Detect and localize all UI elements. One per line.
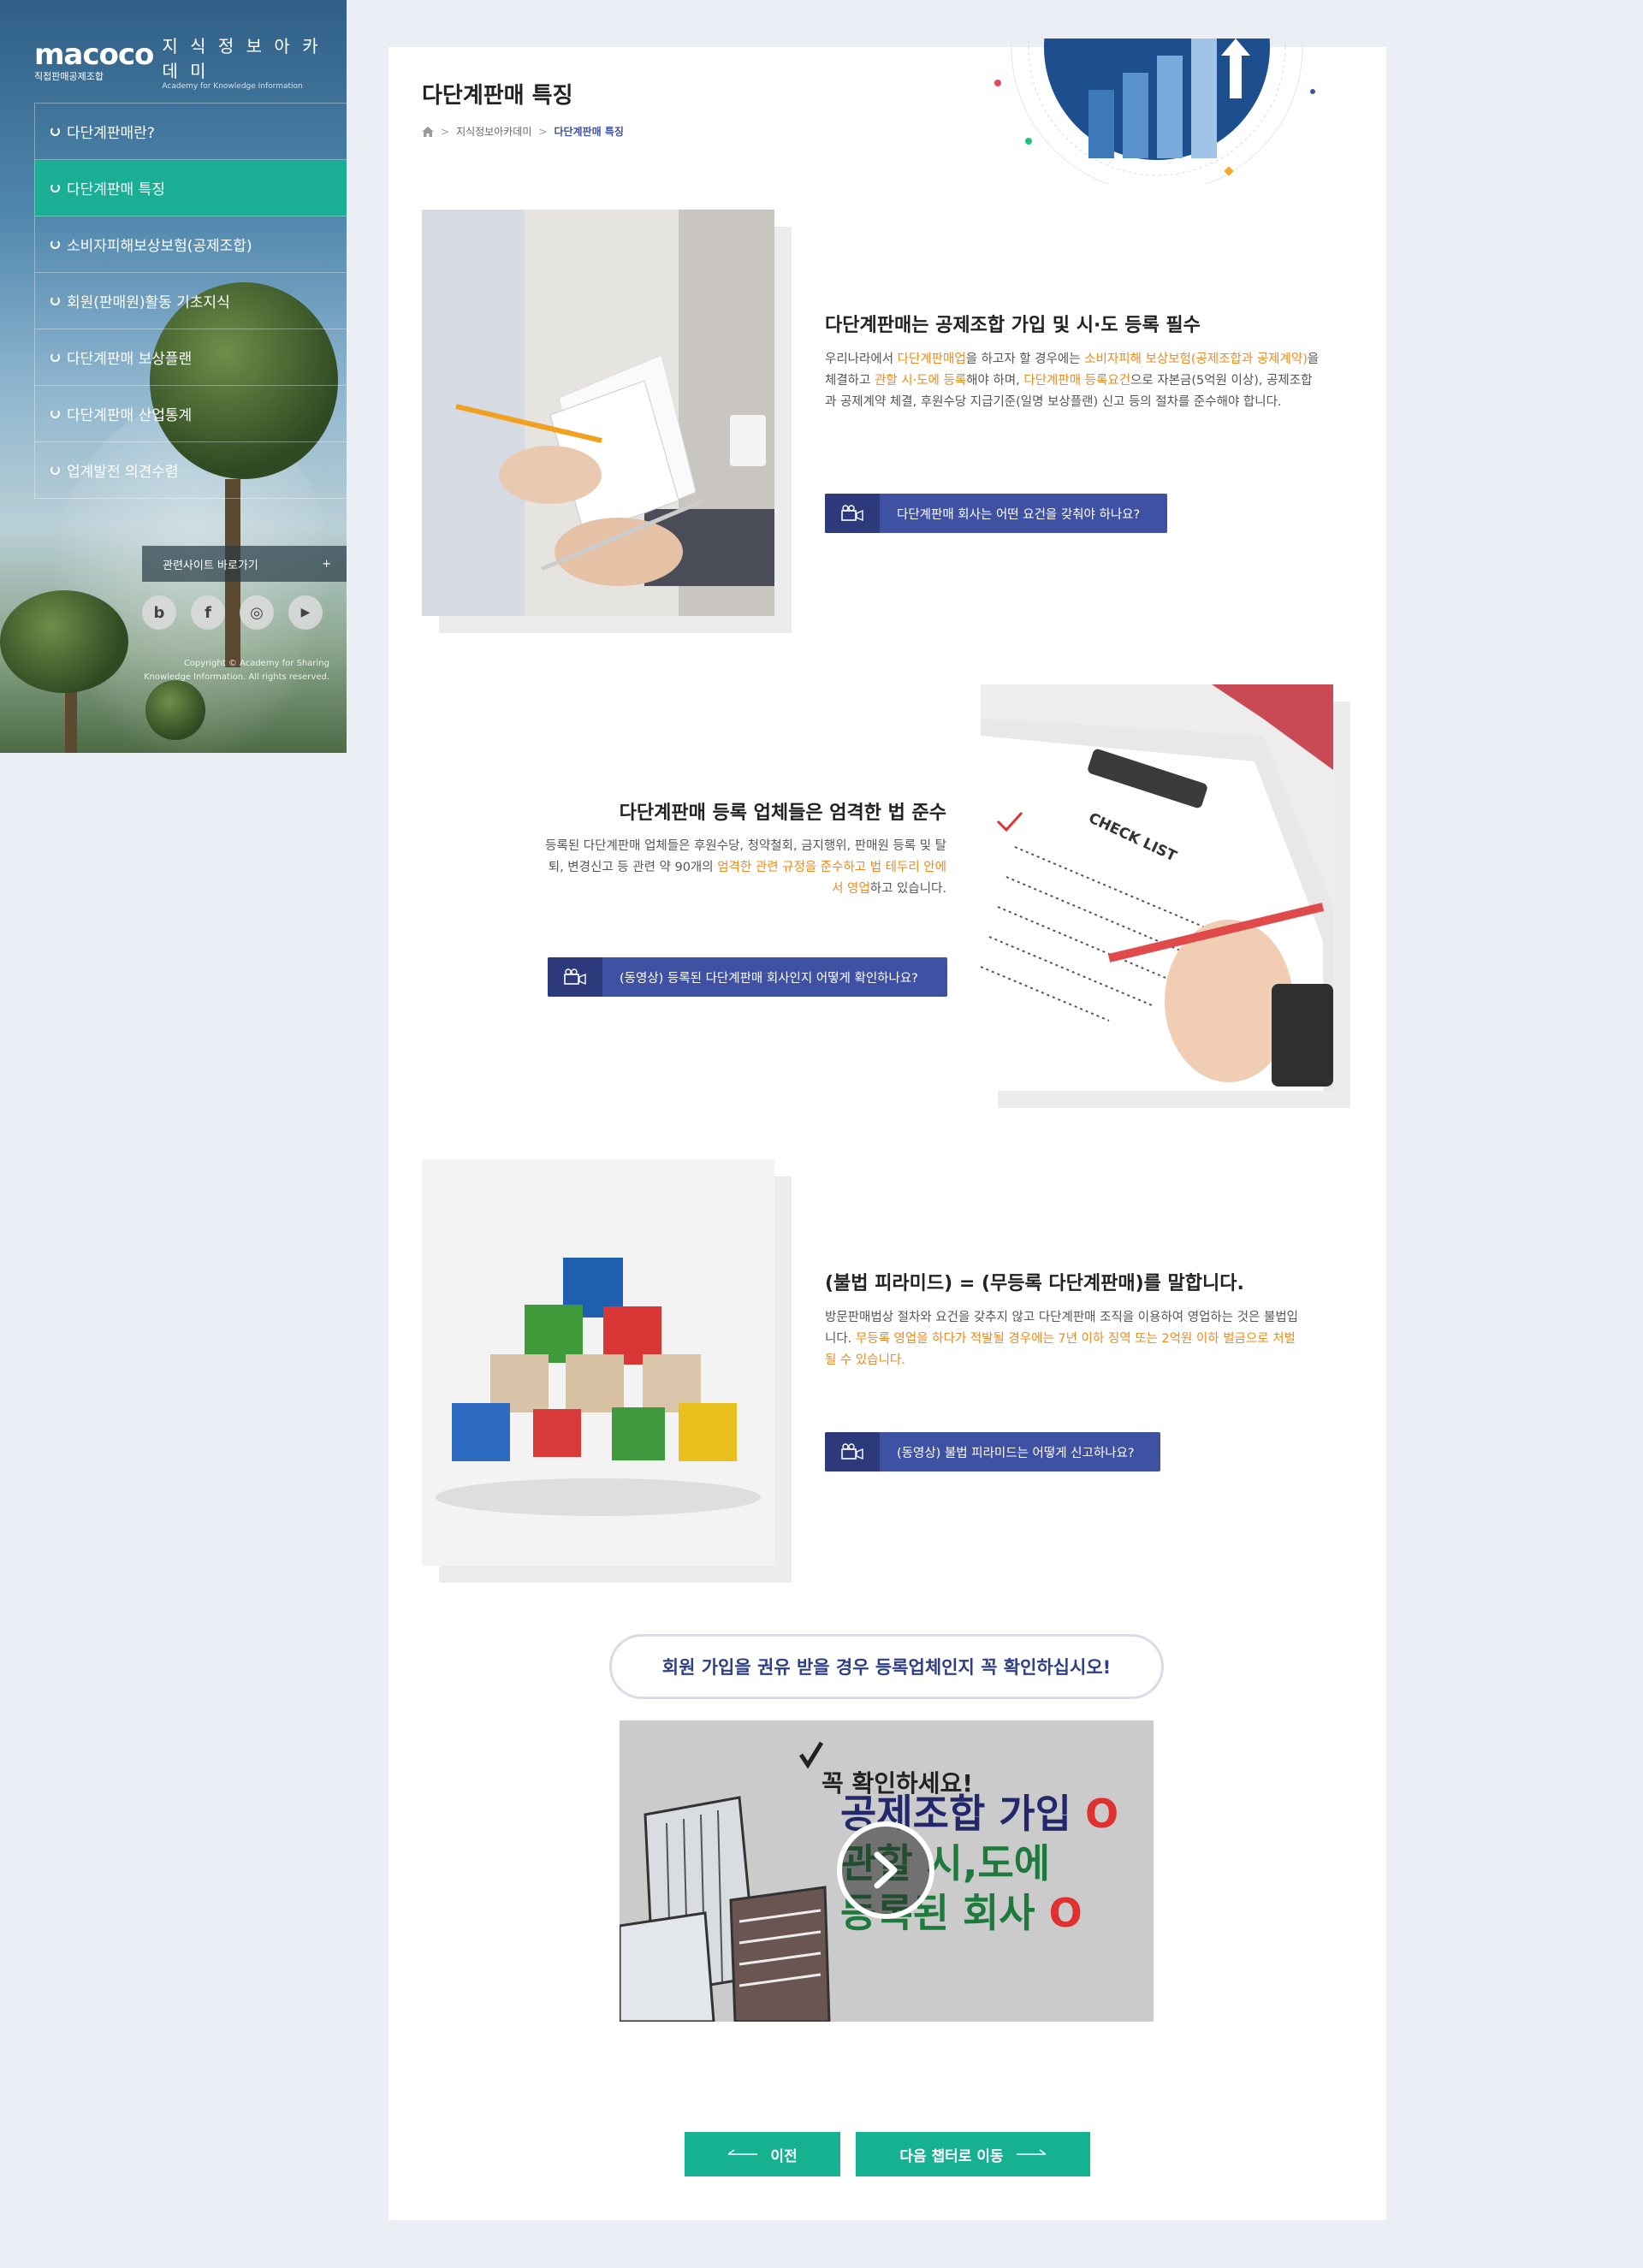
highlight-text: 소비자피해 보상보험(공제조합과 공제계약) [1084,352,1308,366]
report-pyramid-video-button[interactable]: (동영상) 불법 피라미드는 어떻게 신고하나요? [825,1432,1160,1472]
button-label: (동영상) 등록된 다단계판매 회사인지 어떻게 확인하나요? [620,971,918,986]
copyright-line-2: Knowledge Information. All rights reserv… [144,672,329,682]
bullet-ring-icon [50,409,60,418]
section-1-title: 다단계판매는 공제조합 가입 및 시·도 등록 필수 [825,315,1201,336]
copyright-line-1: Copyright © Academy for Sharing [183,659,329,668]
video-camera-icon [548,957,602,997]
facebook-icon[interactable]: f [191,595,225,630]
content-card: 다단계판매 특징 > 지식정보아카데미 > 다단계판매 특징 다단계판매는 공제… [389,38,1386,2220]
sidebar-item-label: 다단계판매 보상플랜 [67,351,193,368]
breadcrumb-separator: > [441,125,450,138]
highlight-text: 다단계판매 등록요건 [1023,374,1131,388]
section-1-text: 우리나라에서 다단계판매업을 하고자 할 경우에는 소비자피해 보상보험(공제조… [825,349,1321,413]
sidebar-item-compensation-plan[interactable]: 다단계판매 보상플랜 [34,329,347,386]
circle-mark-icon: O [1048,1890,1082,1936]
button-label: (동영상) 불법 피라미드는 어떻게 신고하나요? [897,1446,1135,1460]
video-camera-icon [825,494,880,533]
instagram-icon[interactable]: ◎ [240,595,274,630]
highlight-text: 무등록 영업을 하다가 적발될 경우에는 7년 이하 징역 또는 2억원 이하 … [825,1332,1296,1367]
sidebar-item-industry-stats[interactable]: 다단계판매 산업통계 [34,386,347,442]
sidebar-item-mlm-features[interactable]: 다단계판매 특징 [34,160,347,216]
text-fragment: 하고 있습니다. [869,882,946,896]
breadcrumb-current: 다단계판매 특징 [554,126,624,138]
sidebar-item-member-basics[interactable]: 회원(판매원)활동 기초지식 [34,273,347,329]
notice-banner: 회원 가입을 권유 받을 경우 등록업체인지 꼭 확인하십시오! [609,1634,1164,1699]
academy-english-name: Academy for Knowledge Information [162,82,303,91]
breadcrumb: > 지식정보아카데미 > 다단계판매 특징 [422,124,624,139]
bullet-ring-icon [50,296,60,305]
tree-image-small [0,590,128,693]
blog-icon[interactable]: b [142,595,176,630]
home-icon[interactable] [422,126,434,137]
section-3-text: 방문판매법상 절차와 요건을 갖추지 않고 다단계판매 조직을 이용하여 영업하… [825,1307,1304,1371]
sidebar-item-label: 다단계판매 산업통계 [67,407,193,424]
text-fragment: 을 하고자 할 경우에는 [965,352,1085,366]
bullet-ring-icon [50,465,60,475]
section-3-title: (불법 피라미드) = (무등록 다단계판매)를 말합니다. [825,1273,1244,1294]
sidebar: macoco 직접판매공제조합 지 식 정 보 아 카 데 미 Academy … [0,0,347,753]
bullet-ring-icon [50,127,60,136]
breadcrumb-separator: > [538,125,548,138]
tree-image-tiny [145,680,205,740]
highlight-text: 다단계판매업 [897,352,966,366]
requirements-video-button[interactable]: 다단계판매 회사는 어떤 요건을 갖춰야 하나요? [825,494,1167,533]
next-label: 다음 챕터로 이동 [899,2147,1004,2165]
text-fragment: 우리나라에서 [825,352,898,366]
highlight-text: 관할 시·도에 등록 [874,374,967,388]
sidebar-item-label: 다단계판매란? [67,125,155,142]
bullet-ring-icon [50,240,60,249]
prev-button[interactable]: 이전 [685,2132,840,2176]
circle-mark-icon: O [1084,1791,1119,1837]
text-fragment: 해야 하며, [966,374,1024,388]
section-2-title: 다단계판매 등록 업체들은 엄격한 법 준수 [619,802,946,824]
academy-name: 지 식 정 보 아 카 데 미 [162,36,322,81]
sidebar-item-what-is-mlm[interactable]: 다단계판매란? [34,104,347,160]
sidebar-item-label: 다단계판매 특징 [67,181,165,198]
sidebar-nav: 다단계판매란? 다단계판매 특징 소비자피해보상보험(공제조합) 회원(판매원)… [34,103,347,499]
button-label: 다단계판매 회사는 어떤 요건을 갖춰야 하나요? [897,507,1141,522]
sidebar-item-feedback[interactable]: 업계발전 의견수렴 [34,442,347,499]
bullet-ring-icon [50,352,60,362]
site-logo[interactable]: macoco 직접판매공제조합 지 식 정 보 아 카 데 미 Academy … [34,33,347,91]
youtube-icon[interactable]: ▶ [288,595,323,630]
growth-chart-illustration [994,38,1315,184]
breadcrumb-item[interactable]: 지식정보아카데미 [456,124,531,139]
sidebar-item-label: 업계발전 의견수렴 [67,464,179,481]
prev-label: 이전 [770,2147,798,2165]
arrow-right-icon [1016,2149,1047,2155]
section-2-text: 등록된 다단계판매 업체들은 후원수당, 청약철회, 금지행위, 판매원 등록 … [538,836,946,900]
related-sites-dropdown[interactable]: 관련사이트 바로가기 + [142,546,347,582]
chevron-right-icon [874,1851,898,1889]
copyright: Copyright © Academy for Sharing Knowledg… [144,657,329,684]
wooden-blocks-photo [422,1159,774,1566]
next-chapter-button[interactable]: 다음 챕터로 이동 [856,2132,1090,2176]
page-title: 다단계판매 특징 [422,83,573,109]
play-button[interactable] [837,1821,934,1919]
sidebar-item-label: 회원(판매원)활동 기초지식 [67,294,230,311]
bullet-ring-icon [50,183,60,192]
registered-company-video-button[interactable]: (동영상) 등록된 다단계판매 회사인지 어떻게 확인하나요? [548,957,947,997]
checklist-clipboard-photo: CHECK LIST [981,684,1333,1091]
logo-mark: macoco [34,38,154,72]
social-links: b f ◎ ▶ [142,595,323,630]
plus-icon: + [322,557,331,571]
video-thumbnail[interactable]: 꼭 확인하세요! 공제조합 가입 O 관할 시,도에 등록된 회사 O [620,1720,1154,2022]
sidebar-item-label: 소비자피해보상보험(공제조합) [67,238,252,255]
related-sites-label: 관련사이트 바로가기 [163,559,258,572]
arrow-left-icon [727,2149,758,2155]
office-documents-photo [422,210,774,616]
video-camera-icon [825,1432,880,1472]
sidebar-item-consumer-insurance[interactable]: 소비자피해보상보험(공제조합) [34,216,347,273]
